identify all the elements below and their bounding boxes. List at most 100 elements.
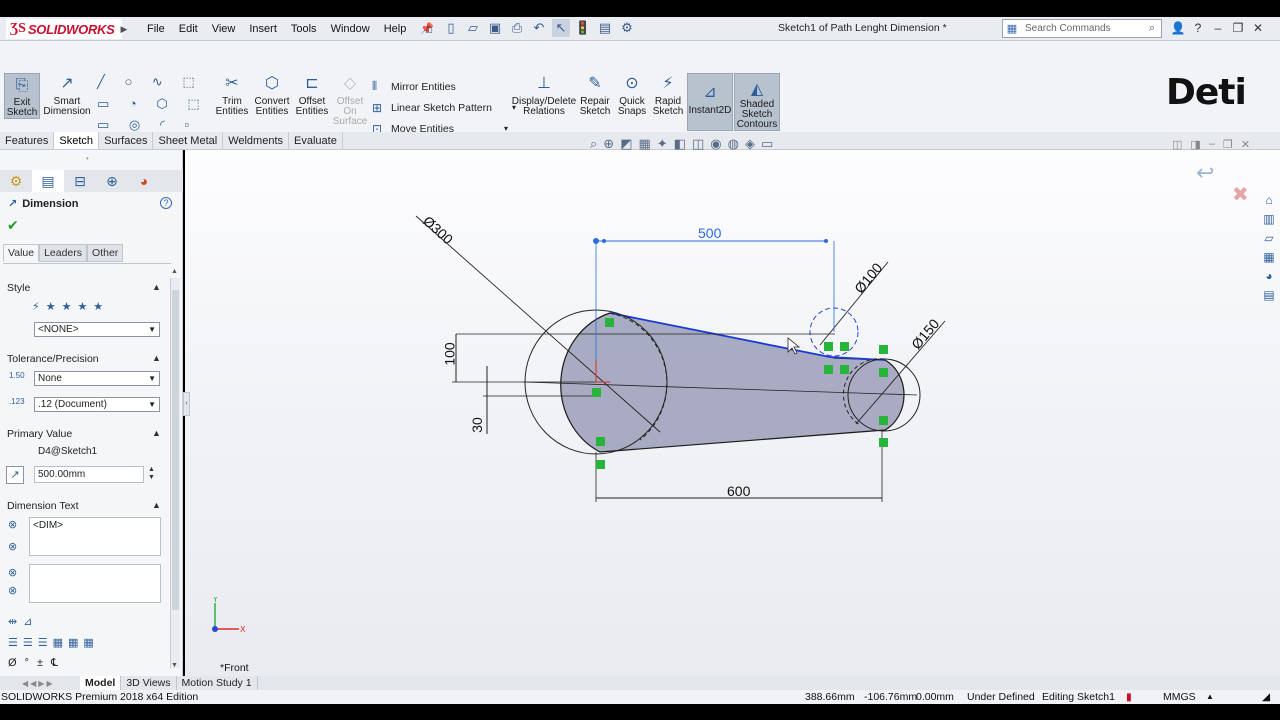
convert-entities-button[interactable]: ⬡ Convert Entities (254, 73, 290, 117)
tab-model[interactable]: Model (80, 676, 122, 690)
shaded-contours-button[interactable]: ◭ Shaded Sketch Contours (734, 73, 780, 131)
new-document-icon[interactable]: ▯ (442, 19, 460, 37)
trim-entities-button[interactable]: ✂ Trim Entities (214, 73, 250, 117)
dynamic-annotation-icon[interactable]: ✦ (657, 136, 668, 152)
subtab-other[interactable]: Other (87, 244, 124, 262)
tab-features[interactable]: Features (0, 132, 55, 149)
graphics-area[interactable]: 500 600 100 30 Ø300 Ø100 Ø150 Y X *Front (185, 150, 1280, 676)
scroll-down-icon[interactable]: ▼ (171, 662, 178, 669)
pm-scroll-thumb[interactable] (172, 290, 179, 610)
rapid-sketch-button[interactable]: ⚡ Rapid Sketch (650, 73, 686, 117)
menu-tools[interactable]: Tools (284, 21, 324, 37)
feature-manager-tab-icon[interactable]: ⚙ (0, 170, 32, 192)
zoom-area-icon[interactable]: ⊕ (603, 136, 614, 152)
design-library-icon[interactable]: ▥ (1260, 212, 1278, 229)
dimxpert-tab-icon[interactable]: ⊕ (96, 170, 128, 192)
offset-entities-button[interactable]: ⊏ Offset Entities (294, 73, 330, 117)
rebuild-icon[interactable]: 🚦 (574, 19, 592, 37)
instant2d-button[interactable]: ⊿ Instant2D (687, 73, 733, 131)
open-icon[interactable]: ▱ (464, 19, 482, 37)
edit-appearance-icon[interactable]: ◍ (728, 136, 739, 152)
zoom-fit-icon[interactable]: ⌕ (590, 136, 597, 152)
exit-sketch-button[interactable]: ⎘ Exit Sketch (4, 73, 40, 119)
select-icon[interactable]: ↖ (552, 19, 570, 37)
dimtext-align2-icon[interactable]: ⊗ (8, 540, 17, 553)
smart-dimension-button[interactable]: ↗ Smart Dimension (43, 73, 90, 117)
search-commands[interactable]: ▦ Search Commands ⌕ (1002, 19, 1162, 38)
display-relations-button[interactable]: ⊥ Display/Delete Relations (512, 73, 576, 117)
collapse-primary-icon[interactable]: ▲ (152, 428, 161, 438)
section-view-icon[interactable]: ▦ (638, 136, 650, 152)
view-palette-icon[interactable]: ▦ (1260, 250, 1278, 267)
dim-600-text[interactable]: 600 (727, 483, 750, 499)
tab-scroll-arrows[interactable]: ◀◀▶▶ (22, 679, 80, 688)
confirm-corner-icon[interactable]: ↩ (1196, 160, 1214, 186)
file-explorer-icon[interactable]: ▱ (1260, 231, 1278, 248)
mirror-entities-button[interactable]: ⫴ Mirror Entities (372, 76, 516, 97)
style-buttons-icon[interactable]: ⚡★★★★ (32, 300, 109, 313)
pm-scrollbar[interactable] (170, 278, 180, 668)
expand-arrow-icon[interactable]: ▶ (121, 24, 128, 35)
tab-weldments[interactable]: Weldments (223, 132, 290, 149)
property-manager-tab-icon[interactable]: ▤ (32, 170, 64, 192)
dimtext-align3-icon[interactable]: ⊗ (8, 566, 17, 579)
dim-100-vert-text[interactable]: 100 (442, 342, 458, 365)
user-icon[interactable]: 👤 (1170, 19, 1186, 37)
menu-file[interactable]: File (140, 21, 172, 37)
options-gear-icon[interactable]: ⚙ (618, 19, 636, 37)
dim-500-text[interactable]: 500 (698, 225, 721, 241)
collapse-dimtext-icon[interactable]: ▲ (152, 500, 161, 510)
custom-properties-icon[interactable]: ▤ (1260, 288, 1278, 305)
tab-surfaces[interactable]: Surfaces (99, 132, 154, 149)
primary-value-input[interactable]: 500.00mm (34, 466, 144, 483)
linear-pattern-button[interactable]: ⊞ Linear Sketch Pattern ▾ (372, 97, 516, 118)
configuration-manager-tab-icon[interactable]: ⊟ (64, 170, 96, 192)
close-icon[interactable]: ✕ (1250, 19, 1266, 37)
primary-name[interactable]: D4@Sketch1 (38, 446, 97, 457)
style-select[interactable]: <NONE> ▼ (34, 322, 160, 337)
viewport-restore-icon[interactable]: ❐ (1223, 138, 1233, 151)
display-manager-tab-icon[interactable]: ◕ (128, 170, 160, 192)
panel-grip[interactable]: • (86, 154, 89, 163)
solidworks-resources-icon[interactable]: ⌂ (1260, 193, 1278, 210)
search-icon[interactable]: ⌕ (1143, 22, 1161, 35)
precision-select[interactable]: .12 (Document) ▼ (34, 397, 160, 412)
menu-window[interactable]: Window (324, 21, 377, 37)
viewport-minimize-icon[interactable]: – (1209, 138, 1215, 151)
appearances-icon[interactable]: ◕ (1260, 269, 1278, 286)
dimtext-align4-icon[interactable]: ⊗ (8, 584, 17, 597)
help-icon[interactable]: ? (160, 197, 172, 209)
repair-sketch-button[interactable]: ✎ Repair Sketch (578, 73, 612, 117)
subtab-leaders[interactable]: Leaders (39, 244, 88, 262)
sketch-entities-row3[interactable]: ▭ ◎ ◜ ▫ (97, 117, 197, 133)
sketch-entities-row1[interactable]: ╱ ○ ∿ ⬚ (97, 74, 203, 90)
panel-collapse-handle[interactable]: ‹ (183, 392, 190, 416)
rebuild-status-icon[interactable]: ▮ (1126, 690, 1132, 704)
undo-icon[interactable]: ↶ (530, 19, 548, 37)
minimize-icon[interactable]: – (1210, 19, 1226, 37)
menu-view[interactable]: View (205, 21, 243, 37)
hide-show-icon[interactable]: ◉ (710, 136, 721, 152)
menu-insert[interactable]: Insert (242, 21, 284, 37)
cancel-corner-icon[interactable]: ✖ (1232, 182, 1249, 207)
home-icon[interactable]: ⌂ (420, 19, 438, 37)
dimension-text-above[interactable]: <DIM> (29, 517, 161, 556)
file-properties-icon[interactable]: ▤ (596, 19, 614, 37)
search-input[interactable]: Search Commands (1025, 23, 1143, 34)
text-format-icons[interactable]: ⇹⊿ (8, 615, 38, 628)
menu-help[interactable]: Help (377, 21, 414, 37)
collapse-tolerance-icon[interactable]: ▲ (152, 353, 161, 363)
save-icon[interactable]: ▣ (486, 19, 504, 37)
dimension-text-below[interactable] (29, 564, 161, 603)
help-icon[interactable]: ? (1190, 19, 1206, 37)
status-units[interactable]: MMGS (1163, 690, 1196, 704)
tab-3d-views[interactable]: 3D Views (121, 676, 177, 690)
print-icon[interactable]: ⎙ (508, 19, 526, 37)
scroll-up-icon[interactable]: ▲ (171, 268, 178, 275)
restore-icon[interactable]: ❐ (1230, 19, 1246, 37)
tab-motion-study[interactable]: Motion Study 1 (177, 676, 258, 690)
tab-evaluate[interactable]: Evaluate (289, 132, 343, 149)
justify-icons[interactable]: ☰☰☰▦▦▦ (8, 636, 99, 649)
search-mode-icon[interactable]: ▦ (1003, 22, 1021, 35)
symbol-icons[interactable]: Ø°±℄ (8, 656, 66, 669)
